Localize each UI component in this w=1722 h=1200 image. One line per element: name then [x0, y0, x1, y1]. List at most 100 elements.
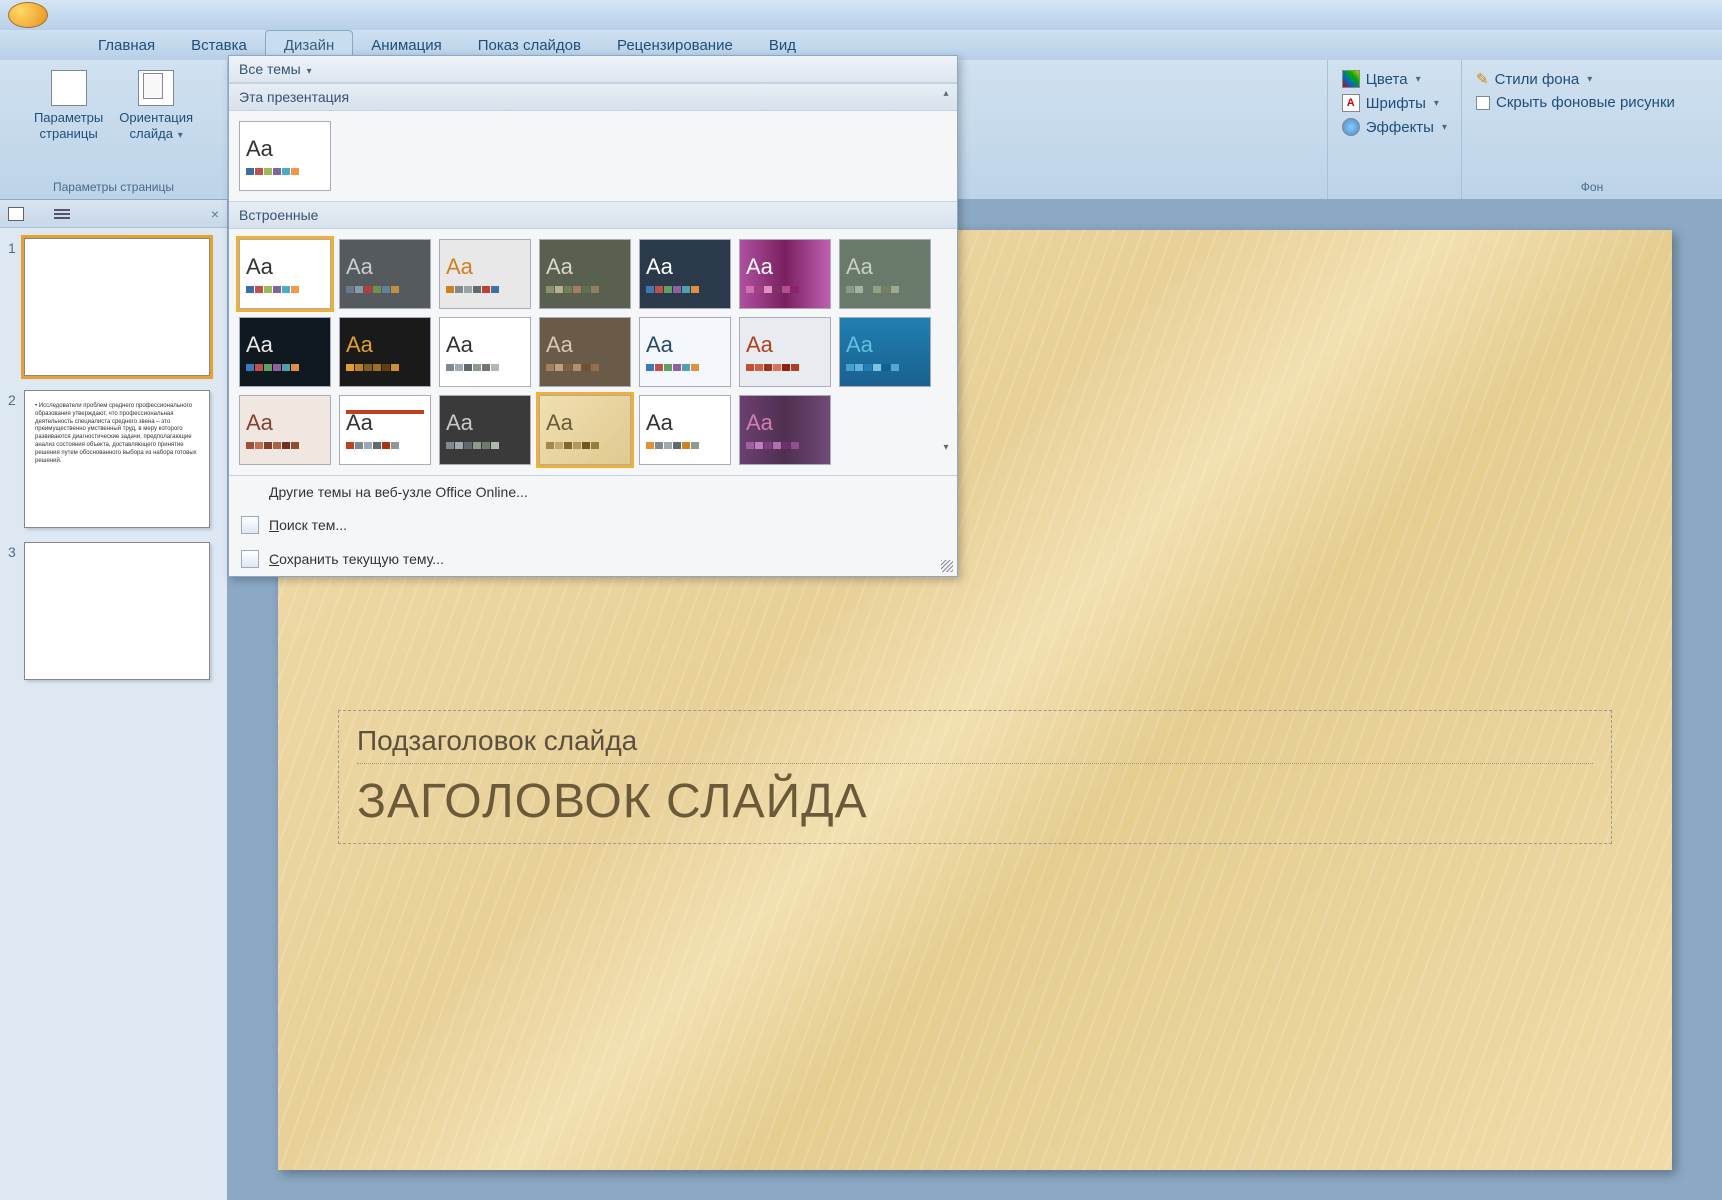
current-theme-grid: Aa — [229, 111, 957, 201]
page-icon — [51, 70, 87, 106]
theme-swatches — [346, 442, 424, 449]
theme-preview-text: Aa — [646, 256, 724, 278]
title-placeholder[interactable]: ЗАГОЛОВОК СЛАЙДА — [357, 774, 1593, 829]
thumbnail-number: 2 — [8, 390, 24, 528]
theme-tile[interactable]: Aa — [239, 239, 331, 309]
colors-icon — [1342, 70, 1360, 88]
theme-tile[interactable]: Aa — [639, 239, 731, 309]
theme-preview-text: Aa — [346, 412, 424, 434]
thumbnail-item[interactable]: 3 — [8, 542, 219, 680]
builtin-theme-grid: AaAaAaAaAaAaAaAaAaAaAaAaAaAaAaAaAaAaAaAa — [229, 229, 957, 475]
scroll-up-icon[interactable]: ▴ — [938, 86, 954, 102]
colors-button[interactable]: Цвета▾ — [1342, 70, 1447, 88]
theme-tile[interactable]: Aa — [439, 317, 531, 387]
theme-preview-text: Aa — [646, 334, 724, 356]
theme-swatches — [246, 364, 324, 371]
theme-preview-text: Aa — [346, 334, 424, 356]
thumbnail-number: 1 — [8, 238, 24, 376]
theme-tile[interactable]: Aa — [239, 317, 331, 387]
theme-swatches — [646, 364, 724, 371]
theme-tile[interactable]: Aa — [539, 395, 631, 465]
theme-tile[interactable]: Aa — [739, 317, 831, 387]
panel-tabs: × — [0, 200, 227, 228]
more-themes-online[interactable]: Другие темы на веб-узле Office Online... — [229, 476, 957, 508]
group-themes-options: Цвета▾ A Шрифты▾ Эффекты▾ — [1327, 60, 1462, 199]
checkbox-icon — [1476, 96, 1490, 110]
slides-tab-icon[interactable] — [8, 207, 24, 221]
orientation-label: Ориентация слайда ▾ — [119, 110, 193, 142]
thumbnail-item[interactable]: 1 — [8, 238, 219, 376]
thumbnail-item[interactable]: 2• Исследователи проблем среднего профес… — [8, 390, 219, 528]
theme-preview-text: Aa — [846, 256, 924, 278]
effects-icon — [1342, 118, 1360, 136]
theme-preview-text: Aa — [446, 412, 524, 434]
bg-group-label: Фон — [1476, 177, 1708, 197]
save-current-theme[interactable]: Сохранить текущую тему... — [229, 542, 957, 576]
outline-tab-icon[interactable] — [54, 209, 70, 219]
theme-tile[interactable]: Aa — [839, 317, 931, 387]
theme-tile[interactable]: Aa — [539, 317, 631, 387]
tab-home[interactable]: Главная — [80, 31, 173, 60]
theme-swatches — [246, 286, 324, 293]
theme-swatches — [746, 286, 824, 293]
themes-gallery: Все темы ▾ Эта презентация Aa Встроенные… — [228, 55, 958, 577]
gallery-footer: Другие темы на веб-узле Office Online...… — [229, 475, 957, 576]
thumbnail-list: 1 2• Исследователи проблем среднего профе… — [0, 228, 227, 704]
hide-bg-label: Скрыть фоновые рисунки — [1496, 94, 1675, 111]
all-themes-header[interactable]: Все темы ▾ — [229, 56, 957, 83]
theme-swatches — [346, 364, 424, 371]
theme-tile[interactable]: Aa — [339, 317, 431, 387]
theme-preview-text: Aa — [546, 412, 624, 434]
theme-preview-text: Aa — [346, 256, 424, 278]
bg-styles-icon: ✎ — [1476, 70, 1489, 88]
theme-tile[interactable]: Aa — [639, 395, 731, 465]
theme-swatches — [746, 442, 824, 449]
bg-styles-button[interactable]: ✎ Стили фона▾ — [1476, 70, 1708, 88]
theme-tile[interactable]: Aa — [739, 239, 831, 309]
page-setup-label: Параметры страницы — [34, 110, 103, 141]
effects-button[interactable]: Эффекты▾ — [1342, 118, 1447, 136]
fonts-button[interactable]: A Шрифты▾ — [1342, 94, 1447, 112]
office-button[interactable] — [8, 2, 48, 28]
theme-tile[interactable]: Aa — [439, 239, 531, 309]
theme-swatches — [546, 364, 624, 371]
theme-preview-text: Aa — [646, 412, 724, 434]
group-background: ✎ Стили фона▾ Скрыть фоновые рисунки Фон — [1462, 60, 1722, 199]
theme-tile[interactable]: Aa — [339, 239, 431, 309]
scroll-down-icon[interactable]: ▾ — [938, 440, 954, 456]
thumbnail-preview[interactable] — [24, 238, 210, 376]
theme-preview-text: Aa — [746, 334, 824, 356]
theme-preview-text: Aa — [246, 334, 324, 356]
this-presentation-section: Эта презентация — [229, 83, 957, 111]
slide-panel: × 1 2• Исследователи проблем среднего про… — [0, 200, 228, 1200]
hide-bg-checkbox[interactable]: Скрыть фоновые рисунки — [1476, 94, 1708, 111]
page-setup-button[interactable]: Параметры страницы — [28, 66, 109, 146]
theme-swatches — [446, 442, 524, 449]
title-textbox[interactable]: Подзаголовок слайда ЗАГОЛОВОК СЛАЙДА — [338, 710, 1612, 844]
theme-swatches — [546, 286, 624, 293]
builtin-section: Встроенные — [229, 201, 957, 229]
gallery-scrollbar[interactable]: ▴ ▾ — [937, 86, 955, 456]
colors-label: Цвета — [1366, 71, 1408, 88]
theme-swatches — [846, 286, 924, 293]
theme-swatches — [546, 442, 624, 449]
theme-swatches — [846, 364, 924, 371]
theme-tile-current[interactable]: Aa — [239, 121, 331, 191]
theme-tile[interactable]: Aa — [539, 239, 631, 309]
panel-close-button[interactable]: × — [211, 206, 219, 222]
theme-preview-text: Aa — [246, 256, 324, 278]
theme-preview-text: Aa — [446, 256, 524, 278]
theme-swatches — [746, 364, 824, 371]
theme-tile[interactable]: Aa — [439, 395, 531, 465]
search-themes[interactable]: Поиск тем... — [229, 508, 957, 542]
theme-tile[interactable]: Aa — [739, 395, 831, 465]
orientation-button[interactable]: Ориентация слайда ▾ — [113, 66, 199, 146]
thumbnail-preview[interactable] — [24, 542, 210, 680]
subtitle-placeholder[interactable]: Подзаголовок слайда — [357, 725, 1593, 764]
thumbnail-preview[interactable]: • Исследователи проблем среднего професс… — [24, 390, 210, 528]
theme-tile[interactable]: Aa — [639, 317, 731, 387]
theme-tile[interactable]: Aa — [339, 395, 431, 465]
theme-tile[interactable]: Aa — [239, 395, 331, 465]
resize-grip-icon[interactable] — [941, 560, 953, 572]
theme-tile[interactable]: Aa — [839, 239, 931, 309]
